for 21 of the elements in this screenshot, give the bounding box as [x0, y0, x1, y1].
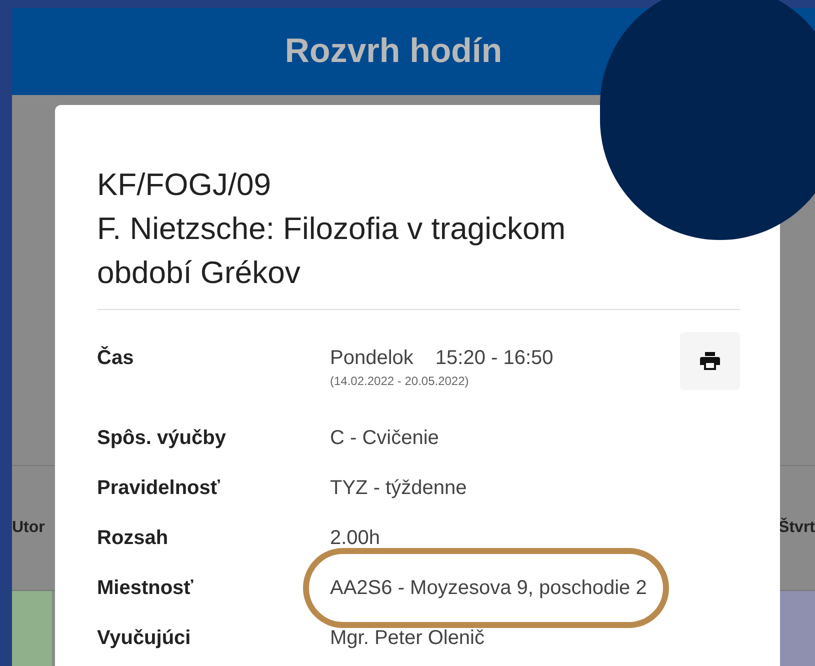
field-label: Vyučujúci — [97, 626, 192, 650]
field-label: Miestnosť — [97, 576, 194, 600]
course-code: KF/FOGJ/09 — [97, 166, 272, 204]
field-label: Spôs. výučby — [97, 426, 227, 450]
day-header: Štvrt — [778, 516, 815, 538]
field-value: C - Cvičenie — [330, 426, 439, 450]
header-title: Rozvrh hodín — [284, 31, 502, 72]
field-value: Pondelok — [330, 346, 414, 370]
field-label: Čas — [97, 346, 135, 370]
field-value: TYZ - týždenne — [330, 476, 467, 500]
field-value: Mgr. Peter Olenič — [330, 626, 485, 650]
print-icon — [700, 352, 720, 370]
field-label: Rozsah — [97, 526, 170, 550]
field-value: 2.00h — [330, 526, 380, 550]
field-label: Pravidelnosť — [97, 476, 221, 500]
print-button[interactable] — [680, 332, 740, 390]
field-value: AA2S6 - Moyzesova 9, poschodie 2 — [330, 576, 647, 600]
day-header: Utor — [12, 518, 45, 538]
course-title: F. Nietzsche: Filozofia v tragickom období Grékov — [97, 210, 567, 292]
date-range: (14.02.2022 - 20.05.2022) — [330, 373, 470, 390]
time-range: 15:20 - 16:50 — [435, 346, 554, 370]
